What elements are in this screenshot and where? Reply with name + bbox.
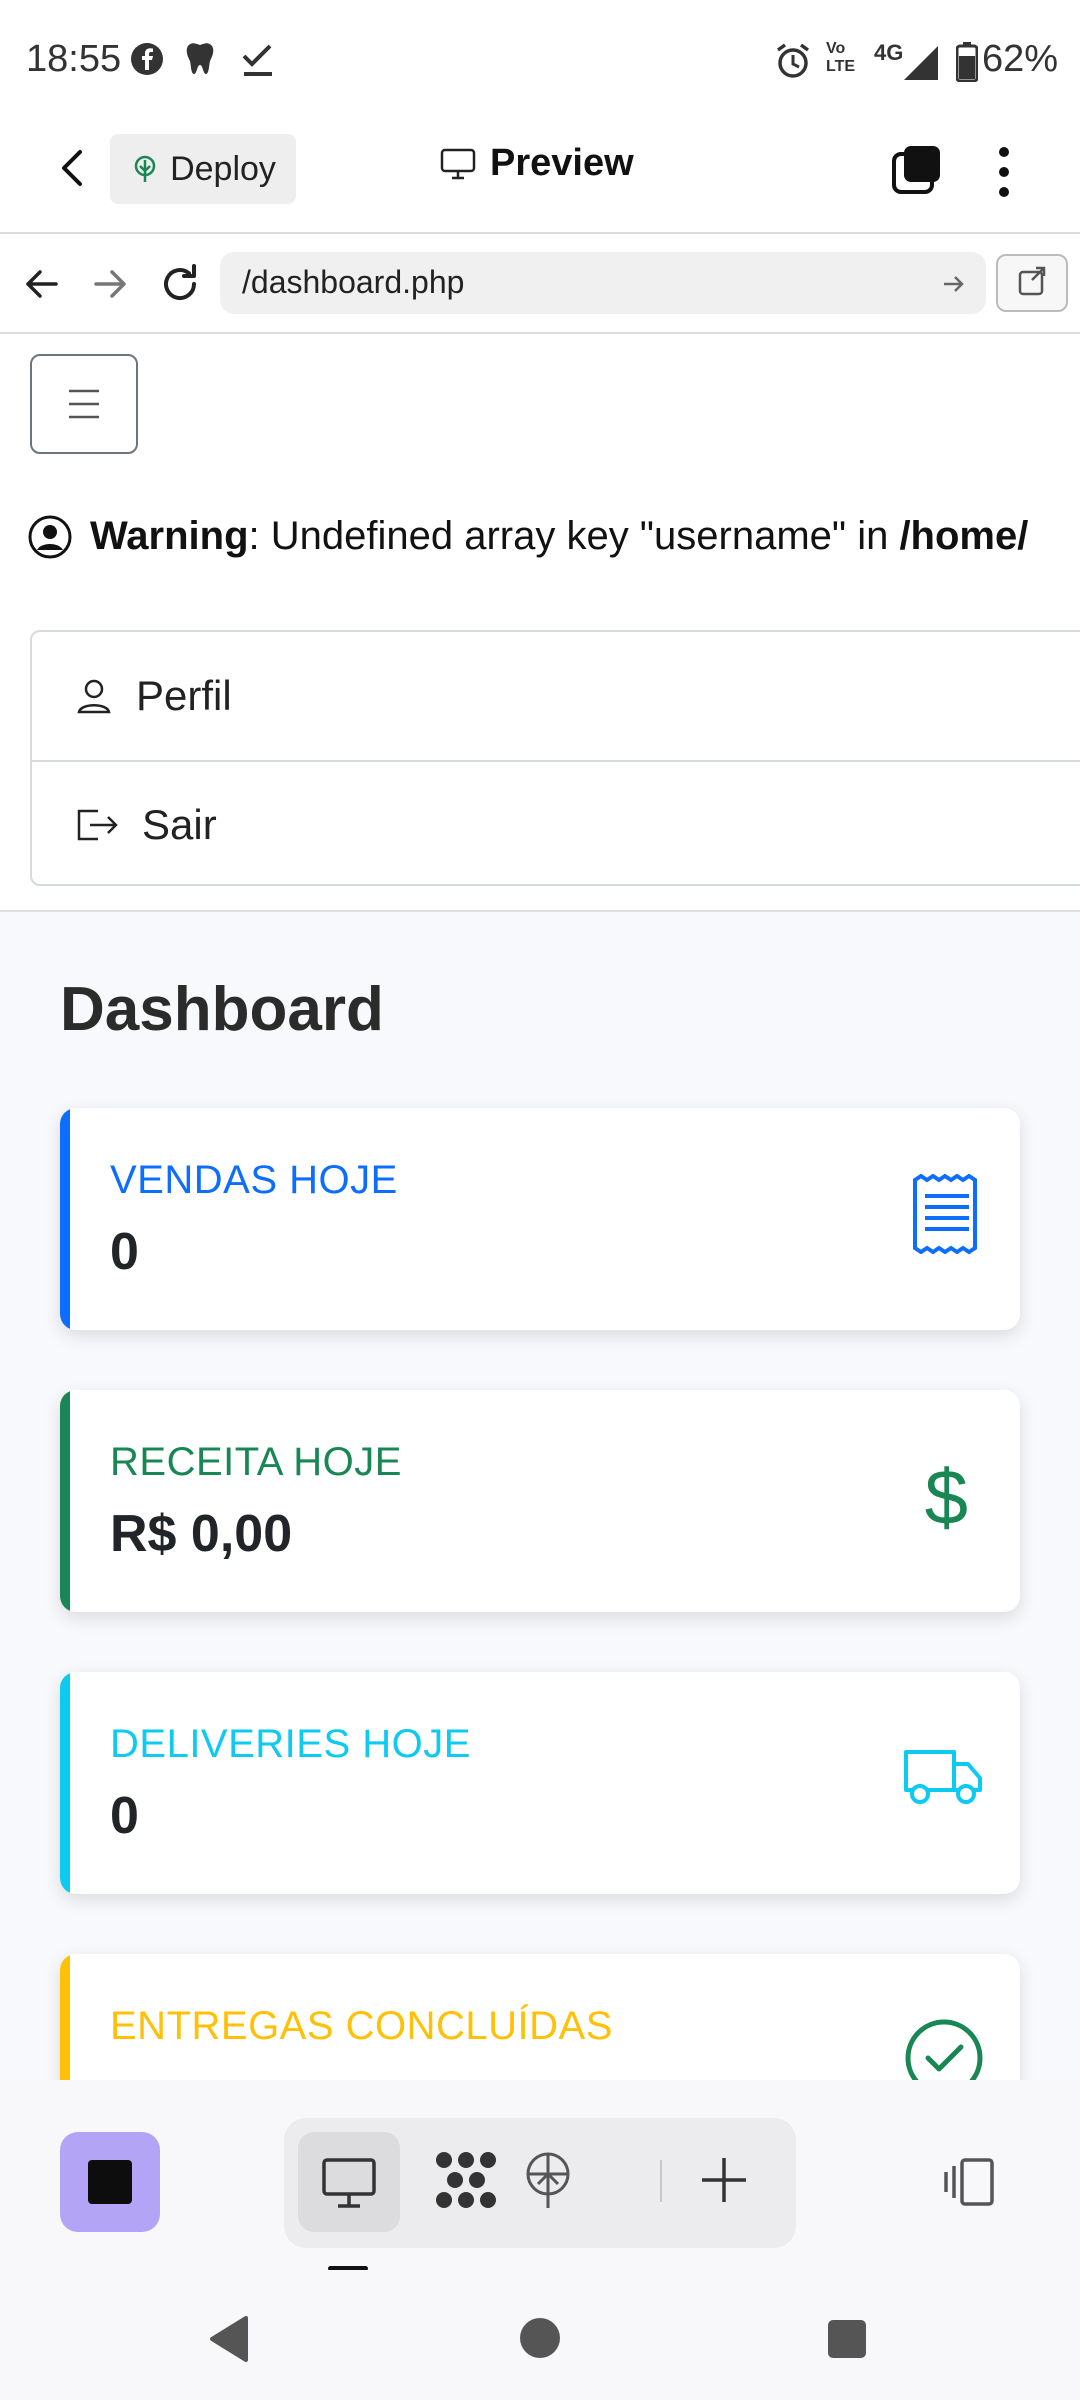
page-title: Dashboard — [60, 975, 384, 1044]
card-accent-bar — [60, 1672, 70, 1894]
deploy-button[interactable]: Deploy — [110, 134, 296, 204]
device-rotate-icon[interactable] — [940, 2156, 1000, 2208]
dashboard-content: Dashboard VENDAS HOJE 0 RECEITA HOJE R$ … — [0, 910, 1080, 2080]
facebook-notification-icon — [130, 42, 164, 76]
card-accent-bar — [60, 1954, 70, 2080]
logout-icon — [74, 805, 120, 845]
card-value: 0 — [110, 1223, 139, 1281]
stop-button[interactable] — [60, 2132, 160, 2232]
app-header: Deploy Preview — [0, 124, 1080, 234]
url-input[interactable]: /dashboard.php — [220, 252, 986, 314]
deploy-icon — [130, 154, 160, 184]
back-button[interactable] — [52, 146, 96, 190]
volte-icon: Vo LTE — [826, 40, 856, 75]
add-icon[interactable] — [696, 2152, 752, 2208]
preview-title: Preview — [440, 142, 634, 185]
clock: 18:55 — [26, 38, 122, 80]
php-warning: Warning: Undefined array key "username" … — [28, 514, 1028, 559]
desktop-view-tab[interactable] — [298, 2132, 400, 2232]
system-navigation-bar — [0, 2270, 1080, 2400]
system-back-icon[interactable] — [206, 2314, 250, 2364]
card-value: 0 — [110, 1787, 139, 1845]
check-circle-icon — [904, 2018, 984, 2080]
card-label: VENDAS HOJE — [110, 1158, 398, 1202]
alarm-icon — [774, 42, 812, 80]
deploy-label: Deploy — [170, 149, 276, 188]
reload-icon[interactable] — [158, 262, 202, 306]
warning-label: Warning — [90, 514, 249, 558]
view-mode-group — [284, 2118, 796, 2248]
nav-forward-icon[interactable] — [90, 264, 130, 304]
card-accent-bar — [60, 1108, 70, 1330]
menu-item-perfil[interactable]: Perfil — [32, 632, 1080, 759]
webview: Warning: Undefined array key "username" … — [0, 336, 1080, 2080]
truck-icon — [902, 1744, 984, 1808]
preview-label: Preview — [490, 142, 634, 184]
warning-path: /home/ — [899, 514, 1029, 558]
system-recents-icon[interactable] — [826, 2318, 868, 2360]
monitor-icon — [440, 148, 476, 180]
dollar-icon: $ — [924, 1453, 968, 1541]
system-home-icon[interactable] — [518, 2316, 562, 2360]
navbar-toggler-button[interactable] — [30, 354, 138, 454]
user-dropdown-menu: Perfil Sair — [30, 630, 1080, 886]
warning-text: Warning: Undefined array key "username" … — [90, 514, 1028, 559]
more-options-icon[interactable] — [994, 146, 1014, 198]
task-done-icon — [240, 40, 276, 78]
menu-item-sair[interactable]: Sair — [32, 760, 1080, 887]
deploy-tab-icon[interactable] — [516, 2148, 580, 2212]
receipt-icon — [910, 1174, 984, 1254]
card-entregas-concluidas: ENTREGAS CONCLUÍDAS — [60, 1954, 1020, 2080]
user-circle-icon — [28, 515, 72, 559]
battery-icon — [956, 42, 978, 82]
url-text: /dashboard.php — [242, 264, 465, 300]
battery-level: 62% — [982, 38, 1059, 80]
person-icon — [74, 676, 114, 716]
go-arrow-icon[interactable] — [942, 272, 966, 296]
divider — [660, 2160, 662, 2202]
card-label: RECEITA HOJE — [110, 1440, 402, 1484]
warning-message: : Undefined array key "username" in — [248, 514, 900, 558]
card-value: R$ 0,00 — [110, 1505, 293, 1563]
status-time: 18:55 — [26, 38, 121, 81]
card-vendas-hoje: VENDAS HOJE 0 — [60, 1108, 1020, 1330]
tabs-switcher-button[interactable] — [890, 144, 942, 196]
menu-item-label: Perfil — [136, 671, 232, 719]
network-type: 4G — [874, 40, 904, 65]
card-deliveries-hoje: DELIVERIES HOJE 0 — [60, 1672, 1020, 1894]
menu-item-label: Sair — [142, 800, 217, 848]
signal-icon — [900, 42, 940, 82]
browser-toolbar: /dashboard.php — [0, 234, 1080, 334]
open-external-button[interactable] — [996, 254, 1068, 312]
status-bar: 18:55 Vo LTE 4G 62% — [0, 0, 1080, 124]
tooth-notification-icon — [182, 40, 218, 78]
stop-icon — [88, 2160, 132, 2204]
card-label: ENTREGAS CONCLUÍDAS — [110, 2004, 613, 2048]
nodes-icon[interactable] — [434, 2148, 498, 2212]
card-receita-hoje: RECEITA HOJE R$ 0,00 $ — [60, 1390, 1020, 1612]
card-accent-bar — [60, 1390, 70, 1612]
bottom-toolbar — [0, 2080, 1080, 2271]
nav-back-icon[interactable] — [22, 264, 62, 304]
card-label: DELIVERIES HOJE — [110, 1722, 471, 1766]
